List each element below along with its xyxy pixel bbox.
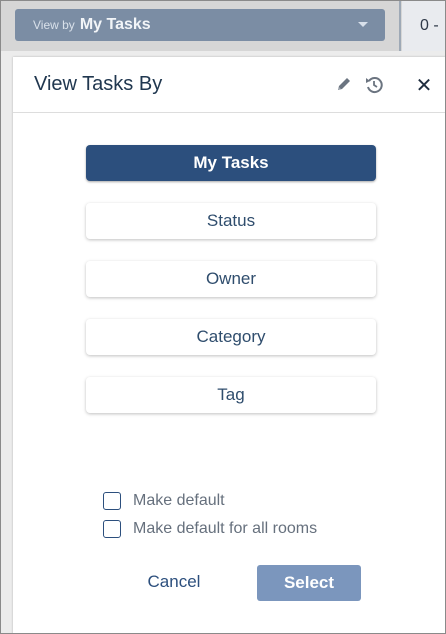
close-icon[interactable]: ✕ [411,71,437,99]
option-owner[interactable]: Owner [86,261,376,297]
view-by-prefix: View by [33,18,75,32]
make-default-checkbox[interactable] [103,492,121,510]
option-category[interactable]: Category [86,319,376,355]
top-bar: View by My Tasks 0 - [1,1,445,51]
option-tag[interactable]: Tag [86,377,376,413]
app-window: View by My Tasks 0 - View Tasks By ✕ My … [0,0,446,634]
make-default-checkbox-row[interactable]: Make default [103,489,225,513]
view-by-dropdown[interactable]: View by My Tasks [15,9,385,41]
popover-title: View Tasks By [34,73,163,95]
make-default-all-rooms-checkbox-row[interactable]: Make default for all rooms [103,517,317,541]
option-my-tasks[interactable]: My Tasks [86,145,376,181]
history-icon[interactable] [361,71,387,99]
popover-header: View Tasks By ✕ [13,57,445,113]
range-indicator: 0 - [402,1,445,51]
option-status[interactable]: Status [86,203,376,239]
make-default-label: Make default [133,492,225,509]
select-button[interactable]: Select [257,565,361,601]
view-by-value: My Tasks [79,16,151,33]
pencil-icon[interactable] [331,71,357,99]
view-tasks-by-popover: View Tasks By ✕ My Tasks Status Owner Ca… [13,57,445,633]
chevron-down-icon [358,22,368,27]
cancel-button[interactable]: Cancel [143,565,205,599]
make-default-all-rooms-checkbox[interactable] [103,520,121,538]
make-default-all-rooms-label: Make default for all rooms [133,520,318,537]
toolbar-divider [399,1,401,51]
